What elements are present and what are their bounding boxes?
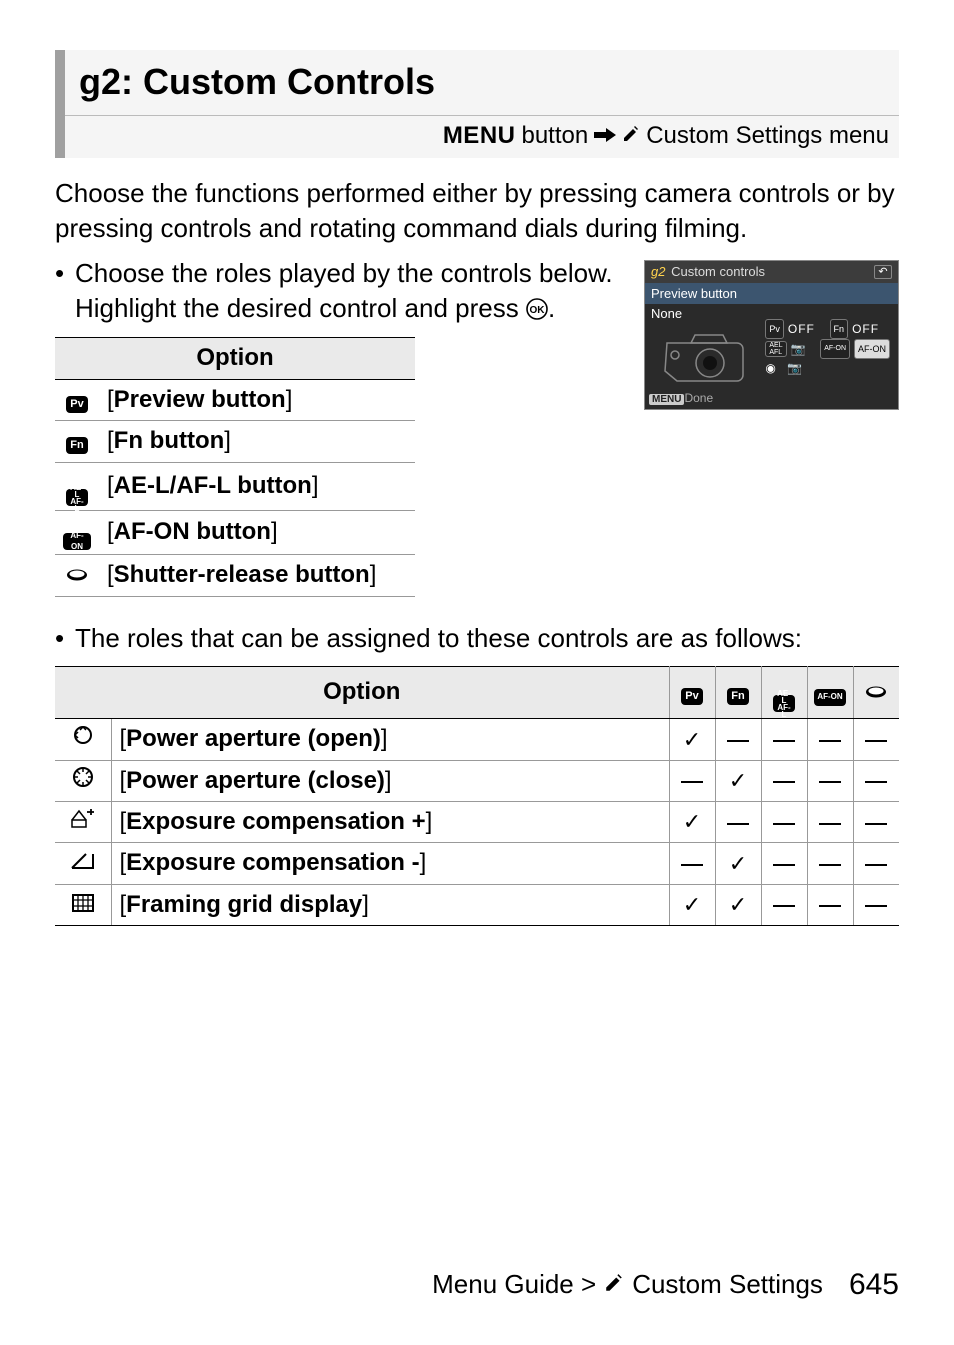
shutter-mini-icon: ◉ [765, 359, 775, 377]
role-icon [55, 843, 111, 884]
availability-cell [761, 884, 807, 925]
intro-paragraph: Choose the functions performed either by… [55, 176, 899, 246]
col-afon-icon: AF-ON [807, 666, 853, 719]
role-label: [Framing grid display] [111, 884, 669, 925]
role-label: [Power aperture (close)] [111, 760, 669, 801]
availability-cell: ✓ [715, 884, 761, 925]
bullet-1-text: Choose the roles played by the controls … [75, 256, 628, 329]
table-row: AF-ON [AF-ON button] [55, 511, 415, 555]
breadcrumb-button-word: button [521, 120, 588, 152]
availability-cell: ✓ [669, 884, 715, 925]
col-ael-icon: AE-LAF-L [761, 666, 807, 719]
option-label: [Fn button] [99, 421, 415, 462]
ael-afl-icon: AE-LAF-L [66, 489, 88, 506]
option-label: [AF-ON button] [99, 511, 415, 555]
pencil-icon [622, 120, 640, 152]
bullet-icon: • [55, 256, 75, 291]
availability-cell [807, 719, 853, 760]
table-row: [Exposure compensation +]✓ [55, 802, 899, 843]
option-label: [AE-L/AF-L button] [99, 462, 415, 511]
availability-cell [853, 884, 899, 925]
menu-badge-icon: MENU [649, 394, 684, 405]
option-label: [Shutter-release button] [99, 555, 415, 596]
pv-icon: Pv [66, 396, 88, 413]
svg-text:OK: OK [529, 305, 545, 316]
screenshot-assignment-grid: PvOFF FnOFF AELAFL📷 AF-ONAF-ON ◉ 📷 [765, 319, 890, 377]
screenshot-selected-control: Preview button [645, 283, 898, 305]
screenshot-title: Custom controls [671, 264, 765, 279]
camera-mini-icon: 📷 [787, 359, 802, 377]
back-icon: ↶ [874, 265, 892, 279]
availability-cell [715, 719, 761, 760]
table-row: [Power aperture (open)]✓ [55, 719, 899, 760]
menu-label: MENU [443, 120, 516, 152]
availability-cell [853, 802, 899, 843]
breadcrumb: MENU button Custom Settings menu [65, 115, 899, 158]
ael-mini-icon: AELAFL [765, 341, 786, 357]
controls-table: Option Pv [Preview button] Fn [Fn button… [55, 337, 415, 596]
breadcrumb-section: Custom Settings menu [646, 120, 889, 152]
footer-path-prefix: Menu Guide > [432, 1267, 596, 1302]
availability-cell [761, 843, 807, 884]
table-row: [Framing grid display]✓✓ [55, 884, 899, 925]
availability-cell [761, 760, 807, 801]
col-shutter-icon [853, 666, 899, 719]
availability-cell: ✓ [669, 719, 715, 760]
table-row: [Shutter-release button] [55, 555, 415, 596]
col-pv-icon: Pv [669, 666, 715, 719]
availability-cell: ✓ [715, 760, 761, 801]
availability-cell [853, 719, 899, 760]
roles-table: Option Pv Fn AE-LAF-L AF-ON [Power apert… [55, 666, 899, 926]
page-footer: Menu Guide > Custom Settings 645 [0, 1265, 954, 1306]
availability-cell: ✓ [669, 802, 715, 843]
camera-diagram-icon [655, 323, 765, 388]
role-label: [Exposure compensation -] [111, 843, 669, 884]
availability-cell [853, 760, 899, 801]
fn-icon: Fn [66, 437, 88, 454]
afon-icon: AF-ON [63, 533, 91, 550]
role-label: [Exposure compensation +] [111, 802, 669, 843]
bullet-2-text: The roles that can be assigned to these … [75, 621, 899, 656]
bullet-icon: • [55, 621, 75, 656]
role-label: [Power aperture (open)] [111, 719, 669, 760]
role-icon [55, 719, 111, 760]
availability-cell [761, 719, 807, 760]
role-icon [55, 884, 111, 925]
col-fn-icon: Fn [715, 666, 761, 719]
availability-cell [761, 802, 807, 843]
table-row: AE-LAF-L [AE-L/AF-L button] [55, 462, 415, 511]
ok-button-icon: OK [526, 294, 548, 329]
table-row: [Exposure compensation -] ✓ [55, 843, 899, 884]
availability-cell [669, 760, 715, 801]
availability-cell [807, 884, 853, 925]
camera-menu-screenshot: g2 Custom controls ↶ Preview button None [644, 260, 899, 410]
roles-table-header-option: Option [55, 666, 669, 719]
ae-only-mini-icon: 📷 [791, 340, 806, 358]
screenshot-done-label: Done [684, 391, 713, 405]
availability-cell: ✓ [715, 843, 761, 884]
section-title: g2: Custom Controls [79, 58, 899, 107]
table-row: [Power aperture (close)] ✓ [55, 760, 899, 801]
option-label: [Preview button] [99, 379, 415, 420]
table-row: Pv [Preview button] [55, 379, 415, 420]
section-header: g2: Custom Controls MENU button Custom S… [55, 50, 899, 158]
page-number: 645 [849, 1265, 899, 1306]
table-row: Fn [Fn button] [55, 421, 415, 462]
pencil-icon [604, 1267, 624, 1302]
availability-cell [807, 760, 853, 801]
role-icon [55, 802, 111, 843]
screenshot-code: g2 [651, 264, 665, 279]
arrow-right-icon [594, 120, 616, 152]
footer-section: Custom Settings [632, 1267, 823, 1302]
availability-cell [853, 843, 899, 884]
controls-table-header: Option [55, 338, 415, 379]
shutter-icon [55, 555, 99, 596]
role-icon [55, 760, 111, 801]
availability-cell [669, 843, 715, 884]
availability-cell [807, 843, 853, 884]
availability-cell [715, 802, 761, 843]
availability-cell [807, 802, 853, 843]
